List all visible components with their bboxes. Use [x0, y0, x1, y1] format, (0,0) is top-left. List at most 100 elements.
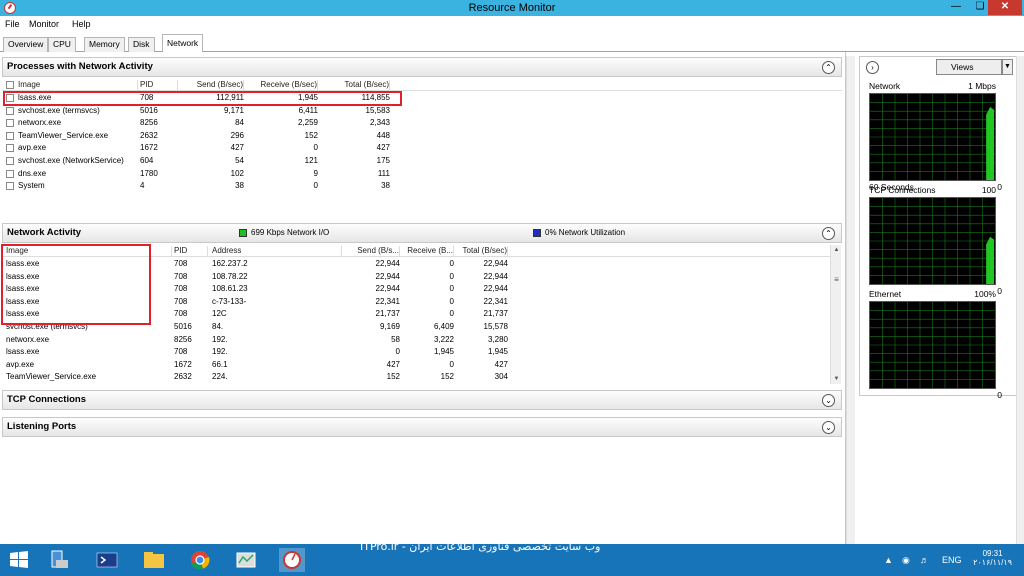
process-row[interactable]: dns.exe 1780 102 9 111 [2, 168, 842, 180]
processes-section-header[interactable]: Processes with Network Activity ⌃ [2, 57, 842, 77]
network-cell: 0 [449, 284, 454, 294]
tab-memory[interactable]: Memory [84, 37, 125, 52]
main-scrollbar[interactable] [846, 56, 855, 544]
clock-time: 09:31 [982, 549, 1003, 558]
graph-max: 100% [974, 289, 996, 299]
ports-section-header[interactable]: Listening Ports ⌄ [2, 417, 842, 437]
network-cell: 304 [494, 372, 508, 382]
tray-up-arrow-icon[interactable]: ▲ [884, 555, 893, 565]
process-cell: System [18, 181, 45, 191]
menu-monitor[interactable]: Monitor [29, 19, 59, 29]
scroll-down-arrow[interactable]: ▼ [831, 374, 842, 384]
scroll-up-arrow[interactable]: ▲ [831, 245, 842, 255]
expand-tcp-button[interactable]: ⌄ [822, 394, 835, 407]
process-checkbox[interactable] [6, 119, 14, 128]
process-row[interactable]: networx.exe 8256 84 2,259 2,343 [2, 117, 842, 129]
tab-cpu[interactable]: CPU [48, 37, 76, 52]
windows-start-icon[interactable] [6, 548, 32, 572]
col-net-send[interactable]: Send (B/s... [344, 246, 400, 257]
process-checkbox[interactable] [6, 144, 14, 153]
network-table-scrollbar[interactable]: ▲ ≡ ▼ [830, 245, 841, 384]
close-button[interactable]: ✕ [988, 0, 1022, 15]
network-cell: 0 [449, 259, 454, 268]
col-send[interactable]: Send (B/sec) [180, 80, 244, 91]
process-cell: 84 [235, 118, 244, 128]
network-cell: 84. [212, 322, 224, 331]
clock-date: ۲۰۱۶/۱۱/۱۹ [973, 558, 1012, 567]
network-row[interactable]: networx.exe 8256 192. 58 3,222 3,280 [2, 334, 830, 346]
network-row[interactable]: TeamViewer_Service.exe 2632 224. 152 152 304 [2, 371, 830, 383]
process-cell: 0 [313, 143, 318, 153]
graph-min: 0 [997, 286, 1002, 296]
server-manager-icon[interactable] [46, 548, 72, 572]
graph-activity [986, 236, 995, 284]
process-checkbox[interactable] [6, 157, 14, 165]
process-row[interactable]: svchost.exe (NetworkService) 604 54 121 175 [2, 155, 842, 167]
col-image[interactable]: Image [18, 80, 138, 91]
menu-help[interactable]: Help [72, 19, 91, 29]
watermark-text: ITPro.ir - وب سایت تخصصی فناوری اطلاعات … [360, 540, 601, 553]
process-checkbox[interactable] [6, 106, 14, 115]
processes-section-title: Processes with Network Activity [7, 61, 153, 72]
network-row[interactable]: lsass.exe 708 192. 0 1,945 1,945 [2, 346, 830, 358]
tray-network-icon[interactable]: ◉ [902, 555, 910, 566]
network-cell: 1672 [174, 359, 192, 369]
process-row[interactable]: avp.exe 1672 427 0 427 [2, 142, 842, 154]
file-explorer-icon[interactable] [141, 548, 167, 572]
minimize-button[interactable]: — [944, 0, 968, 15]
right-scrollbar[interactable] [1016, 56, 1024, 544]
col-net-receive[interactable]: Receive (B... [402, 246, 454, 257]
col-total[interactable]: Total (B/sec) [322, 80, 390, 91]
tab-network[interactable]: Network [162, 34, 204, 52]
process-row[interactable]: svchost.exe (termsvcs) 5016 9,171 6,411 15,5… [2, 105, 842, 117]
chrome-icon[interactable] [187, 548, 213, 572]
system-clock[interactable]: 09:31 ۲۰۱۶/۱۱/۱۹ [973, 549, 1012, 567]
graph-title: Ethernet [869, 289, 902, 299]
expand-ports-button[interactable]: ⌄ [822, 421, 835, 434]
process-checkbox[interactable] [6, 169, 14, 178]
network-cell: 12C [212, 309, 227, 319]
process-cell: 0 [313, 181, 318, 191]
language-indicator[interactable]: ENG [942, 555, 962, 565]
scroll-grip[interactable]: ≡ [831, 275, 842, 285]
network-cell: 708 [174, 347, 188, 357]
collapse-network-activity-button[interactable]: ⌃ [822, 227, 835, 240]
process-cell: 1672 [140, 143, 158, 153]
network-cell: 22,944 [375, 271, 400, 281]
process-cell: 2,343 [369, 118, 390, 128]
collapse-processes-button[interactable]: ⌃ [822, 61, 835, 74]
process-cell: 9,171 [223, 105, 244, 115]
process-cell: 38 [381, 181, 390, 191]
tcp-section-header[interactable]: TCP Connections ⌄ [2, 390, 842, 410]
resource-monitor-taskbar-icon[interactable] [279, 548, 305, 572]
network-activity-section-header[interactable]: Network Activity 699 Kbps Network I/O 0%… [2, 223, 842, 243]
network-cell: 22,944 [375, 284, 400, 294]
network-cell: 8256 [174, 334, 192, 344]
process-checkbox[interactable] [6, 182, 14, 191]
col-net-address[interactable]: Address [212, 246, 342, 257]
col-net-pid[interactable]: PID [174, 246, 208, 257]
process-row[interactable]: TeamViewer_Service.exe 2632 296 152 448 [2, 130, 842, 142]
process-checkbox[interactable] [6, 131, 14, 140]
network-cell: 22,944 [483, 271, 508, 281]
network-cell: 427 [386, 359, 400, 369]
process-cell: 604 [140, 156, 154, 165]
toggle-pane-button[interactable]: › [866, 61, 879, 74]
network-cell: TeamViewer_Service.exe [6, 372, 97, 382]
tab-overview[interactable]: Overview [3, 37, 49, 52]
tab-disk[interactable]: Disk [128, 37, 155, 52]
powershell-icon[interactable] [94, 548, 120, 572]
menu-file[interactable]: File [5, 19, 20, 29]
select-all-checkbox[interactable] [6, 81, 14, 89]
views-button[interactable]: Views [936, 59, 1002, 75]
process-cell: 2632 [140, 130, 158, 140]
col-receive[interactable]: Receive (B/sec) [248, 80, 318, 91]
process-row[interactable]: System 4 38 0 38 [2, 180, 842, 192]
col-pid[interactable]: PID [140, 80, 178, 91]
views-dropdown-arrow[interactable]: ▼ [1002, 59, 1013, 75]
tray-volume-icon[interactable]: ♬ [920, 555, 929, 565]
network-row[interactable]: avp.exe 1672 66.1 427 0 427 [2, 359, 830, 371]
performance-monitor-icon[interactable] [233, 548, 259, 572]
col-net-total[interactable]: Total (B/sec) [456, 246, 508, 257]
network-cell: 162.237.2 [212, 259, 248, 268]
